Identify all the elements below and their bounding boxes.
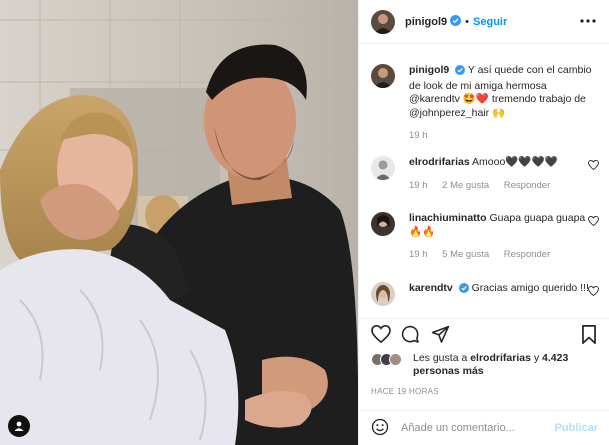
likes-user[interactable]: elrodrifarias xyxy=(470,352,531,364)
comment-heart-icon[interactable] xyxy=(588,215,599,229)
reply-button[interactable]: Responder xyxy=(504,249,550,260)
header-separator: • xyxy=(465,15,470,28)
comment-likes[interactable]: 2 Me gusta xyxy=(442,180,489,191)
post-caption: pinigol9 Y así quede con el cambio de lo… xyxy=(371,64,599,141)
follow-button[interactable]: Seguir xyxy=(473,16,507,28)
avatar[interactable] xyxy=(371,212,395,236)
comment-time: 19 h xyxy=(409,249,428,260)
likers-avatars xyxy=(371,353,407,367)
comment-text: Gracias amigo querido !!! xyxy=(471,282,589,294)
comment-username[interactable]: karendtv xyxy=(409,282,453,294)
caption-username[interactable]: pinigol9 xyxy=(409,64,449,76)
avatar[interactable] xyxy=(371,9,395,34)
post-photo[interactable] xyxy=(0,0,358,445)
bookmark-icon[interactable] xyxy=(581,325,597,347)
comment-meta: 19 h 5 Me gusta Responder xyxy=(409,249,599,260)
comment-text: Amooo🖤🖤🖤🖤 xyxy=(472,156,558,168)
more-horizontal-icon[interactable] xyxy=(580,14,596,26)
post-details-panel: pinigol9 • Seguir pinigol9 Y así quede c… xyxy=(358,0,609,445)
post-timestamp[interactable]: HACE 19 HORAS xyxy=(371,387,439,396)
share-icon[interactable] xyxy=(431,325,450,347)
comment-heart-icon[interactable] xyxy=(588,159,599,173)
comment-icon[interactable] xyxy=(401,325,420,347)
post-image xyxy=(0,0,358,445)
comment-item: linachiuminatto Guapa guapa guapa 🔥🔥 19 … xyxy=(371,212,599,260)
heart-icon[interactable] xyxy=(371,324,391,346)
post-header: pinigol9 • Seguir xyxy=(359,0,609,44)
comment-likes[interactable]: 5 Me gusta xyxy=(442,249,489,260)
tagged-users-icon[interactable] xyxy=(8,415,30,437)
comment-heart-icon[interactable] xyxy=(588,285,599,299)
likes-summary[interactable]: Les gusta a elrodrifarias y 4.423 person… xyxy=(371,352,601,378)
verified-badge-icon xyxy=(455,65,466,80)
likes-prefix: Les gusta a xyxy=(413,352,471,364)
caption-time: 19 h xyxy=(409,130,428,141)
avatar[interactable] xyxy=(371,64,395,88)
likes-middle: y xyxy=(530,352,543,364)
comment-item: karendtv Gracias amigo querido !!! xyxy=(371,282,599,306)
comment-meta: 19 h 2 Me gusta Responder xyxy=(409,180,599,191)
comments-list[interactable]: pinigol9 Y así quede con el cambio de lo… xyxy=(359,44,609,309)
comment-username[interactable]: linachiuminatto xyxy=(409,212,487,224)
reply-button[interactable]: Responder xyxy=(504,180,550,191)
caption-meta: 19 h xyxy=(409,130,599,141)
comment-username[interactable]: elrodrifarias xyxy=(409,156,470,168)
emoji-icon[interactable] xyxy=(371,418,389,439)
comment-time: 19 h xyxy=(409,179,428,191)
avatar[interactable] xyxy=(371,282,395,306)
comment-composer: Publicar xyxy=(359,410,609,445)
verified-badge-icon xyxy=(450,14,462,29)
post-actions xyxy=(359,318,609,346)
publish-button[interactable]: Publicar xyxy=(555,422,598,434)
header-username[interactable]: pinigol9 xyxy=(405,16,447,28)
comment-item: elrodrifarias Amooo🖤🖤🖤🖤 19 h 2 Me gusta … xyxy=(371,156,599,191)
comment-input[interactable] xyxy=(401,422,551,434)
verified-badge-icon xyxy=(458,283,469,298)
avatar[interactable] xyxy=(371,156,395,180)
